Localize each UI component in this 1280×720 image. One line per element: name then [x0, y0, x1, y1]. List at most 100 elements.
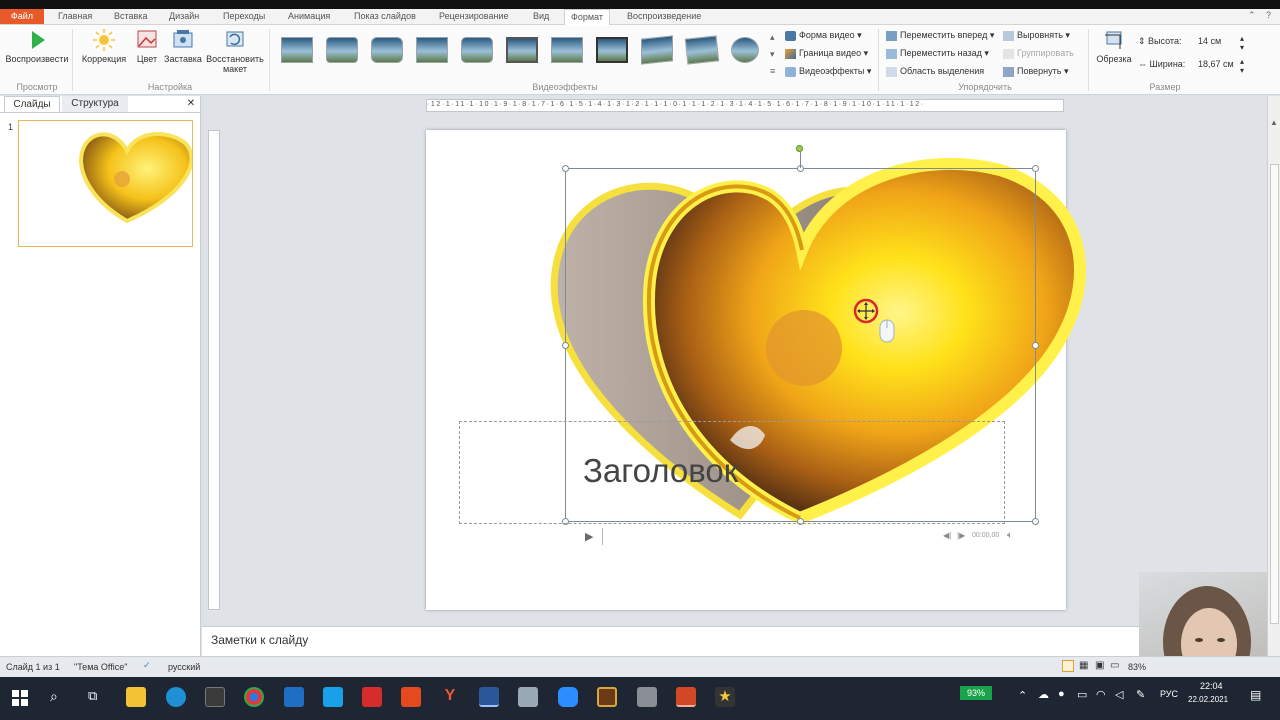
- slide-title[interactable]: Заголовок: [583, 452, 738, 490]
- play-button[interactable]: Воспроизвести: [4, 29, 70, 64]
- input-language[interactable]: РУС: [1160, 689, 1178, 699]
- tab-slideshow[interactable]: Показ слайдов: [354, 9, 416, 24]
- app-l-icon[interactable]: [323, 687, 343, 707]
- video-effects-button[interactable]: Видеоэффекты ▾: [785, 65, 871, 78]
- rotation-handle[interactable]: [796, 145, 803, 152]
- normal-view-icon[interactable]: [1062, 660, 1074, 672]
- correction-button[interactable]: Коррекция: [78, 29, 130, 64]
- align-button[interactable]: Выровнять ▾: [1003, 29, 1070, 42]
- edge-icon[interactable]: [166, 687, 186, 707]
- media-play-icon[interactable]: ▶: [585, 530, 593, 543]
- tab-home[interactable]: Главная: [58, 9, 92, 24]
- video-style-thumb[interactable]: [506, 37, 538, 63]
- scroll-up-icon[interactable]: ▲: [1270, 118, 1278, 127]
- width-spinner-icon[interactable]: ▴ ▾: [1240, 57, 1244, 75]
- media-back-icon[interactable]: ◀|: [943, 531, 951, 540]
- rotate-button[interactable]: Повернуть ▾: [1003, 65, 1068, 78]
- crop-button[interactable]: Обрезка: [1094, 29, 1134, 64]
- screen-recorder-icon[interactable]: [637, 687, 657, 707]
- tray-overflow-icon[interactable]: ⌃: [1018, 689, 1027, 702]
- notes-pane[interactable]: Заметки к слайду: [202, 626, 1267, 656]
- slide-thumbnail[interactable]: [18, 120, 193, 247]
- tab-animation[interactable]: Анимация: [288, 9, 330, 24]
- resize-handle[interactable]: [1032, 165, 1039, 172]
- word-icon[interactable]: [479, 687, 499, 707]
- vertical-scrollbar[interactable]: ▲: [1267, 96, 1280, 656]
- zoom-level[interactable]: 83%: [1128, 662, 1146, 672]
- task-view-icon[interactable]: ⧉: [88, 688, 97, 704]
- color-button[interactable]: Цвет: [133, 29, 161, 64]
- tab-slides[interactable]: Слайды: [4, 96, 60, 112]
- send-backward-button[interactable]: Переместить назад ▾: [886, 47, 989, 60]
- selection-pane-button[interactable]: Область выделения: [886, 65, 984, 78]
- movie-maker-icon[interactable]: ★: [715, 687, 735, 707]
- tab-file[interactable]: Файл: [0, 9, 44, 24]
- volume-icon[interactable]: ◁: [1115, 688, 1123, 701]
- tab-format[interactable]: Формат: [564, 9, 610, 25]
- video-style-thumb[interactable]: [596, 37, 628, 63]
- scroll-thumb[interactable]: [1270, 164, 1279, 624]
- video-style-thumb[interactable]: [371, 37, 403, 63]
- width-value[interactable]: 18,67 см: [1198, 59, 1234, 69]
- gallery-down-icon[interactable]: ▾: [770, 48, 775, 61]
- height-spinner-icon[interactable]: ▴ ▾: [1240, 34, 1244, 52]
- media-timeline[interactable]: [602, 528, 603, 545]
- clock-time[interactable]: 22:04: [1200, 681, 1223, 691]
- video-style-thumb[interactable]: [731, 37, 759, 63]
- cloud-icon[interactable]: ☁: [1038, 688, 1049, 701]
- width-field[interactable]: ⇔ Ширина:: [1138, 59, 1185, 69]
- height-field[interactable]: ⇕ Высота:: [1138, 36, 1181, 47]
- video-style-thumb[interactable]: [641, 35, 673, 65]
- group-button[interactable]: Группировать: [1003, 47, 1074, 60]
- bring-forward-button[interactable]: Переместить вперед ▾: [886, 29, 994, 42]
- resize-handle[interactable]: [1032, 518, 1039, 525]
- microphone-icon[interactable]: ●: [1058, 688, 1065, 700]
- search-icon[interactable]: ⌕: [50, 688, 58, 705]
- resize-handle[interactable]: [562, 165, 569, 172]
- battery-indicator[interactable]: 93%: [960, 686, 992, 700]
- height-value[interactable]: 14 см: [1198, 36, 1221, 46]
- video-style-thumb[interactable]: [684, 35, 720, 65]
- resize-handle[interactable]: [1032, 342, 1039, 349]
- video-style-thumb[interactable]: [551, 37, 583, 63]
- media-forward-icon[interactable]: |▶: [957, 531, 965, 540]
- notifications-icon[interactable]: ▤: [1250, 688, 1261, 702]
- wifi-icon[interactable]: ◠: [1096, 688, 1106, 701]
- tab-design[interactable]: Дизайн: [169, 9, 199, 24]
- video-style-thumb[interactable]: [461, 37, 493, 63]
- pen-icon[interactable]: ✎: [1136, 688, 1145, 701]
- video-shape-button[interactable]: Форма видео ▾: [785, 29, 862, 42]
- gallery-more-icon[interactable]: ≡: [770, 65, 775, 78]
- language[interactable]: русский: [168, 662, 200, 672]
- slide-sorter-icon[interactable]: ▦: [1079, 660, 1088, 671]
- media-app-icon[interactable]: [597, 687, 617, 707]
- clock-date[interactable]: 22.02.2021: [1188, 695, 1228, 704]
- store-icon[interactable]: [205, 687, 225, 707]
- poster-frame-button[interactable]: Заставка: [163, 29, 203, 64]
- office-icon[interactable]: [401, 687, 421, 707]
- battery-icon[interactable]: ▭: [1077, 688, 1087, 701]
- tab-insert[interactable]: Вставка: [114, 9, 147, 24]
- yandex-icon[interactable]: Y: [440, 687, 460, 707]
- tab-playback[interactable]: Воспроизведение: [627, 9, 701, 24]
- mcafee-icon[interactable]: [362, 687, 382, 707]
- tab-outline[interactable]: Структура: [62, 96, 128, 112]
- close-pane-icon[interactable]: ✕: [184, 96, 198, 112]
- reset-design-button[interactable]: Восстановить макет: [204, 29, 266, 74]
- mail-icon[interactable]: [284, 687, 304, 707]
- gallery-up-icon[interactable]: ▴: [770, 31, 775, 44]
- minimize-ribbon-icon[interactable]: ⌃: [1248, 10, 1256, 21]
- chrome-icon[interactable]: [244, 687, 264, 707]
- video-style-thumb[interactable]: [416, 37, 448, 63]
- tab-transitions[interactable]: Переходы: [223, 9, 265, 24]
- spellcheck-icon[interactable]: ✓: [143, 660, 151, 671]
- media-volume-icon[interactable]: 🔈︎: [1007, 530, 1013, 541]
- video-style-thumb[interactable]: [281, 37, 313, 63]
- video-border-button[interactable]: Граница видео ▾: [785, 47, 868, 60]
- resize-handle[interactable]: [562, 342, 569, 349]
- help-icon[interactable]: ?: [1266, 10, 1271, 20]
- tab-review[interactable]: Рецензирование: [439, 9, 509, 24]
- zoom-app-icon[interactable]: [558, 687, 578, 707]
- tab-view[interactable]: Вид: [533, 9, 549, 24]
- powerpoint-icon[interactable]: [676, 687, 696, 707]
